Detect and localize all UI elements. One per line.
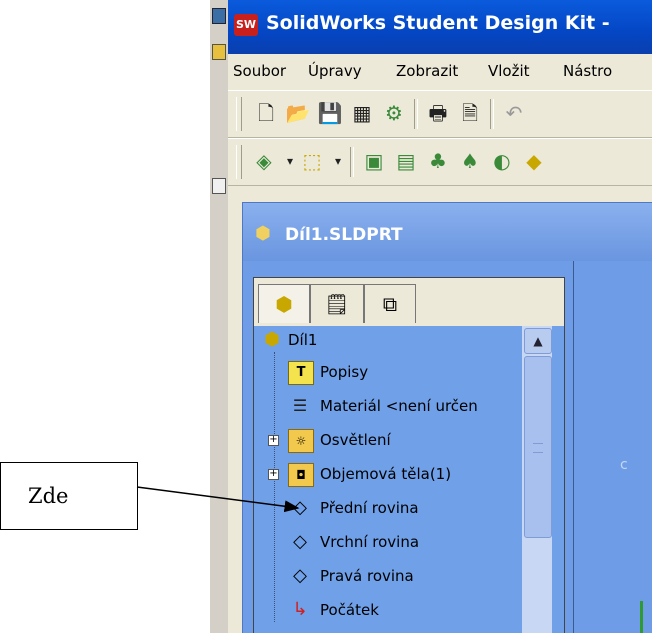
print-preview-icon[interactable]: 🗎 [456,99,484,127]
tab-property-manager[interactable]: 🗒 [310,284,364,323]
sketch-icon[interactable]: ⬚ [298,147,326,175]
menu-vlozit[interactable]: Vložit [488,62,530,80]
callout-text: Zde [28,484,69,508]
scrollbar-thumb[interactable] [524,356,552,538]
solid-bodies-icon: ◘ [288,463,314,487]
toolbar-separator [414,99,418,129]
sketch-dropdown-icon[interactable]: ▾ [324,147,352,175]
tree-item-label: Počátek [320,601,379,619]
origin-icon: ↳ [292,599,308,620]
scrollbar-grip [533,443,543,453]
document-title-bar[interactable]: ⬢ Díl1.SLDPRT [243,203,652,261]
boss-extrude-icon[interactable]: ▣ [360,147,388,175]
tree-item-prava-rovina[interactable]: ◇ Pravá rovina [254,562,522,592]
feature-tree-icon: ⬢ [275,292,293,316]
tree-item-material[interactable]: ☰ Materiál <není určen [254,392,522,422]
options-icon[interactable]: ⚙ [380,99,408,127]
toolbar-grip[interactable] [236,97,242,131]
loft-icon[interactable]: ♠ [456,147,484,175]
expand-toggle[interactable]: + [268,435,279,446]
tree-item-label: Objemová těla(1) [320,465,452,483]
menu-soubor[interactable]: Soubor [233,62,286,80]
sweep-icon[interactable]: ◐ [488,147,516,175]
tree-item-osvetleni[interactable]: + ☼ Osvětlení [254,426,522,456]
desktop-window-icon[interactable] [212,178,226,194]
part-root-icon: ⬢ [264,329,280,350]
make-drawing-icon[interactable]: ▦ [348,99,376,127]
tree-item-predni-rovina[interactable]: ◇ Přední rovina [254,494,522,524]
tree-item-label: Materiál <není určen [320,397,478,415]
plane-icon: ◇ [293,531,307,552]
standard-toolbar: 🗋 📂 💾 ▦ ⚙ 🖶 🗎 ↶ [228,90,652,138]
tree-scrollbar[interactable]: ▲ [522,326,552,633]
window-title: SolidWorks Student Design Kit - [266,12,610,34]
desktop-folder-icon[interactable] [212,44,226,60]
desktop-strip [210,0,228,633]
lighting-icon: ☼ [288,429,314,453]
solidworks-window: SW SolidWorks Student Design Kit - Soubo… [228,0,652,633]
property-manager-icon: 🗒 [324,292,350,316]
document-body: ⬢ 🗒 ⧉ ⬢ Díl1 T Popisy ☰ Materiál <není u… [243,261,652,633]
extrude-icon[interactable]: ◈ [250,147,278,175]
tree-item-popisy[interactable]: T Popisy [254,358,522,388]
undo-icon[interactable]: ↶ [500,99,528,127]
tree-item-pocatek[interactable]: ↳ Počátek [254,596,522,626]
tree-item-label: Pravá rovina [320,567,414,585]
scroll-up-icon[interactable]: ▲ [524,328,552,354]
toolbar-separator [350,147,354,177]
part-icon: ⬢ [255,223,271,244]
annotations-icon: T [288,361,314,385]
callout-box: Zde [0,462,138,530]
tree-item-label: Vrchní rovina [320,533,420,551]
toolbar-grip[interactable] [236,145,242,179]
feature-tree: ⬢ Díl1 T Popisy ☰ Materiál <není určen +… [254,326,564,633]
save-icon[interactable]: 💾 [316,99,344,127]
origin-axis-icon [640,601,643,633]
menu-bar: Soubor Úpravy Zobrazit Vložit Nástro [228,54,652,88]
tab-configuration-manager[interactable]: ⧉ [364,284,416,323]
tree-item-vrchni-rovina[interactable]: ◇ Vrchní rovina [254,528,522,558]
revolve-icon[interactable]: ♣ [424,147,452,175]
tab-feature-manager[interactable]: ⬢ [258,284,310,323]
open-folder-icon[interactable]: 📂 [284,99,312,127]
tree-item-objemova-tela[interactable]: + ◘ Objemová těla(1) [254,460,522,490]
graphics-area[interactable]: c [573,261,652,633]
print-icon[interactable]: 🖶 [424,99,452,127]
graphics-label-mark: c [620,457,628,473]
document-title: Díl1.SLDPRT [285,225,403,245]
plane-icon: ◇ [293,497,307,518]
solidworks-logo-icon: SW [234,14,258,36]
tree-item-label: Osvětlení [320,431,391,449]
menu-upravy[interactable]: Úpravy [308,62,362,80]
menu-zobrazit[interactable]: Zobrazit [396,62,458,80]
toolbar-separator [490,99,494,129]
cut-extrude-icon[interactable]: ▤ [392,147,420,175]
new-document-icon[interactable]: 🗋 [252,99,280,127]
document-window: ⬢ Díl1.SLDPRT ⬢ 🗒 ⧉ ⬢ Díl1 T Popisy ☰ Ma… [242,202,652,633]
fillet-icon[interactable]: ◆ [520,147,548,175]
feature-manager-panel: ⬢ 🗒 ⧉ ⬢ Díl1 T Popisy ☰ Materiál <není u… [253,277,565,633]
plane-icon: ◇ [293,565,307,586]
material-icon: ☰ [292,396,308,415]
expand-toggle[interactable]: + [268,469,279,480]
title-bar[interactable]: SW SolidWorks Student Design Kit - [228,0,652,54]
tree-item-label: Přední rovina [320,499,419,517]
tree-root-label: Díl1 [288,331,318,349]
menu-nastroje[interactable]: Nástro [563,62,612,80]
configuration-icon: ⧉ [382,292,398,316]
desktop-app-icon[interactable] [212,8,226,24]
features-toolbar: ◈ ▾ ⬚ ▾ ▣ ▤ ♣ ♠ ◐ ◆ [228,138,652,186]
tree-root[interactable]: ⬢ Díl1 [254,326,522,356]
feature-manager-tabs: ⬢ 🗒 ⧉ [254,278,564,327]
tree-item-label: Popisy [320,363,369,381]
